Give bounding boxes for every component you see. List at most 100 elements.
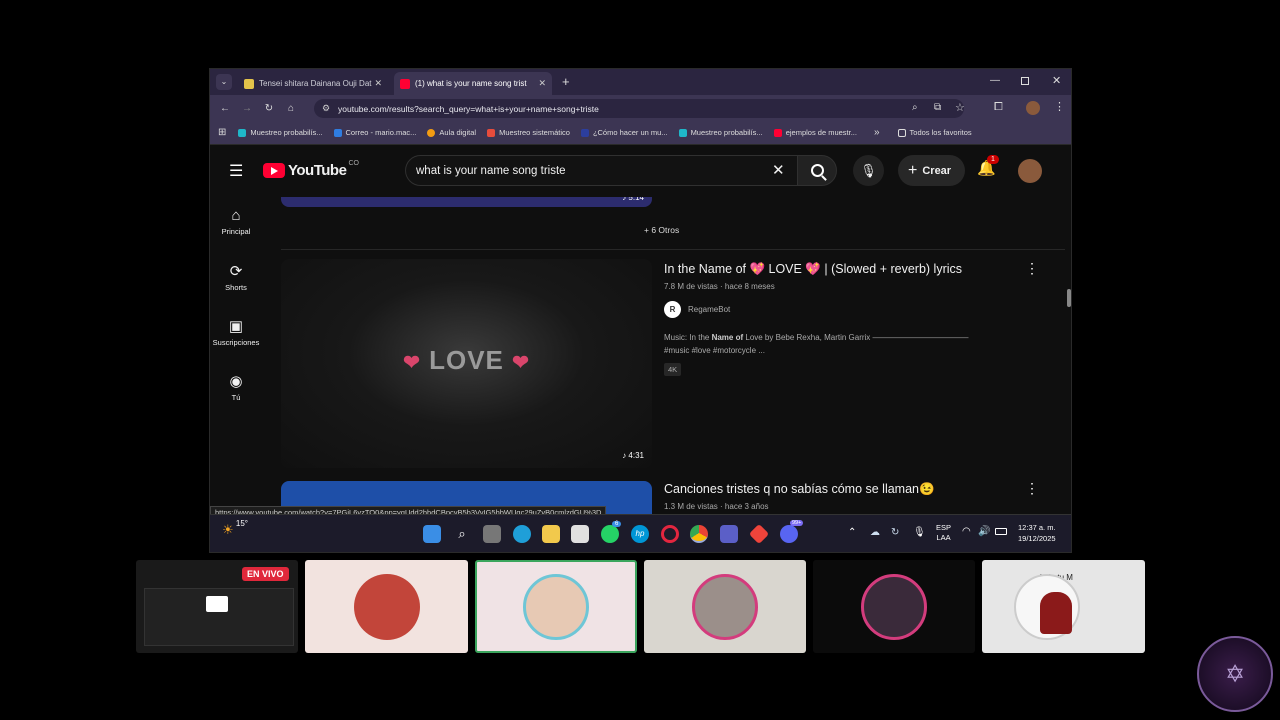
bookmark-7[interactable]: ejemplos de muestr... [773, 128, 857, 137]
tab-2-title: (1) what is your name song trist [415, 79, 527, 88]
notifications-button[interactable]: 🔔 1 [977, 155, 999, 177]
home-icon[interactable]: ⌂ [280, 103, 302, 114]
bookmarks-overflow[interactable]: » [874, 127, 880, 138]
tab-1[interactable]: Tensei shitara Dainana Ouji Dat ✕ [238, 72, 388, 95]
chevron-up-icon[interactable]: ⌃ [848, 527, 856, 538]
bookmark-1[interactable]: Muestreo probabilís... [238, 128, 323, 137]
home-icon: ⌂ [231, 207, 241, 224]
store-icon[interactable] [571, 525, 589, 543]
tab-2[interactable]: (1) what is your name song trist ✕ [394, 72, 552, 95]
participant-card-3[interactable] [644, 560, 806, 653]
close-window-icon[interactable]: ✕ [1052, 74, 1061, 87]
weather-widget[interactable]: ☀ 15° [222, 519, 248, 538]
new-tab-button[interactable]: + [562, 74, 570, 89]
maximize-icon[interactable] [1021, 77, 1029, 85]
chrome-icon[interactable] [690, 525, 708, 543]
account-avatar[interactable] [1018, 159, 1042, 183]
video-title[interactable]: Canciones tristes q no sabías cómo se ll… [664, 482, 935, 497]
participant-avatar [861, 573, 927, 640]
bookmark-icon [580, 128, 589, 137]
task-view-icon[interactable] [483, 525, 501, 543]
onedrive-icon[interactable]: ☁ [870, 527, 880, 538]
install-icon[interactable]: ⧉ [934, 102, 941, 113]
participant-avatar [353, 573, 420, 640]
bookmark-3[interactable]: Aula digital [427, 128, 476, 137]
participant-avatar [692, 573, 758, 640]
clear-search-icon[interactable]: ✕ [772, 161, 785, 179]
channel-link[interactable]: R RegameBot [664, 301, 730, 318]
sync-icon[interactable]: ↻ [891, 527, 899, 538]
language-indicator[interactable]: ESP LAA [936, 523, 951, 543]
sidebar-item-label: Tú [231, 393, 241, 402]
zoom-icon[interactable]: ⌕ [912, 102, 918, 113]
shorts-icon: ⟳ [229, 263, 243, 280]
tab-search-icon[interactable]: ⌄ [216, 74, 232, 90]
sidebar-item-you[interactable]: ◉ Tú [210, 372, 262, 402]
folder-icon [897, 128, 906, 137]
plus-icon: + [908, 161, 918, 179]
search-icon[interactable]: ⌕ [453, 525, 471, 543]
search-button[interactable] [797, 155, 837, 186]
moodle-icon [427, 128, 436, 137]
hamburger-menu-icon[interactable]: ☰ [229, 161, 243, 181]
site-info-icon[interactable]: ⚙ [322, 103, 330, 114]
more-others-button[interactable]: + 6 Otros [644, 225, 679, 235]
sidebar-item-home[interactable]: ⌂ Principal [210, 207, 262, 236]
minimize-icon[interactable]: — [990, 75, 1000, 86]
participant-card-4[interactable] [813, 560, 975, 653]
more-actions-icon[interactable]: ⋮ [1025, 480, 1039, 497]
participant-card-1[interactable] [305, 560, 468, 653]
extensions-icon[interactable]: ⧠ [994, 101, 1003, 114]
close-tab-icon[interactable]: ✕ [538, 78, 546, 89]
profile-avatar[interactable] [1026, 101, 1040, 115]
bookmark-icon [238, 128, 247, 137]
battery-icon[interactable] [995, 528, 1007, 535]
file-explorer-icon[interactable] [542, 525, 560, 543]
forward-icon[interactable]: → [236, 103, 258, 114]
wifi-icon[interactable]: ◠ [962, 526, 971, 537]
reload-icon[interactable]: ↻ [258, 103, 280, 114]
menu-kebab-icon[interactable]: ⋮ [1054, 100, 1065, 113]
bookmark-4[interactable]: Muestreo sistemático [487, 128, 570, 137]
participant-card-2[interactable] [475, 560, 637, 653]
video-title[interactable]: In the Name of 💖 LOVE 💖 | (Slowed + reve… [664, 262, 962, 277]
edge-icon[interactable] [513, 525, 531, 543]
all-favorites[interactable]: Todos los favoritos [897, 128, 972, 137]
back-icon[interactable]: ← [214, 103, 236, 114]
bookmark-5[interactable]: ¿Cómo hacer un mu... [580, 128, 668, 137]
bookmark-star-icon[interactable]: ☆ [955, 101, 965, 114]
video-meta: 1.3 M de vistas · hace 3 años [664, 502, 769, 511]
hp-icon[interactable]: hp [631, 525, 649, 543]
stream-preview-card[interactable]: EN VIVO [136, 560, 298, 653]
search-input[interactable]: what is your name song triste ✕ [405, 155, 797, 186]
bookmark-2[interactable]: Correo - mario.mac... [333, 128, 416, 137]
anydesk-icon[interactable] [748, 523, 770, 545]
create-label: Crear [922, 164, 952, 177]
bookmark-6[interactable]: Muestreo probabilís... [678, 128, 763, 137]
youtube-logo[interactable]: YouTube CO [263, 160, 359, 179]
volume-icon[interactable]: 🔊 [978, 526, 990, 537]
create-button[interactable]: + Crear [898, 155, 965, 186]
apps-icon[interactable]: ⊞ [218, 127, 226, 138]
opera-icon[interactable] [661, 525, 679, 543]
participant-card-5[interactable]: buja tu M [982, 560, 1145, 653]
voice-search-button[interactable]: 🎙 [853, 155, 884, 186]
close-tab-icon[interactable]: ✕ [374, 78, 382, 89]
video-thumbnail[interactable]: ❤ LOVE ❤ ♪ 4:31 [281, 259, 652, 468]
subscriptions-icon: ▣ [228, 318, 244, 335]
discord-icon[interactable]: 99+ [780, 520, 804, 543]
teams-icon[interactable] [720, 525, 738, 543]
clock[interactable]: 12:37 a. m. 19/12/2025 [1018, 522, 1056, 544]
scrollbar-thumb[interactable] [1067, 289, 1071, 307]
more-actions-icon[interactable]: ⋮ [1025, 260, 1039, 277]
sidebar-item-subscriptions[interactable]: ▣ Suscripciones [210, 317, 262, 347]
scrollbar[interactable] [1065, 145, 1071, 514]
address-bar[interactable]: ⚙ youtube.com/results?search_query=what+… [314, 99, 965, 118]
whatsapp-icon[interactable]: 6 [601, 521, 622, 543]
sidebar-item-shorts[interactable]: ⟳ Shorts [210, 262, 262, 292]
heart-icon: ❤ [403, 352, 421, 374]
sidebar-item-label: Principal [221, 227, 251, 236]
microphone-icon[interactable]: 🎙 [913, 527, 926, 538]
windows-start-icon[interactable] [423, 525, 441, 543]
search-query: what is your name song triste [416, 164, 566, 177]
